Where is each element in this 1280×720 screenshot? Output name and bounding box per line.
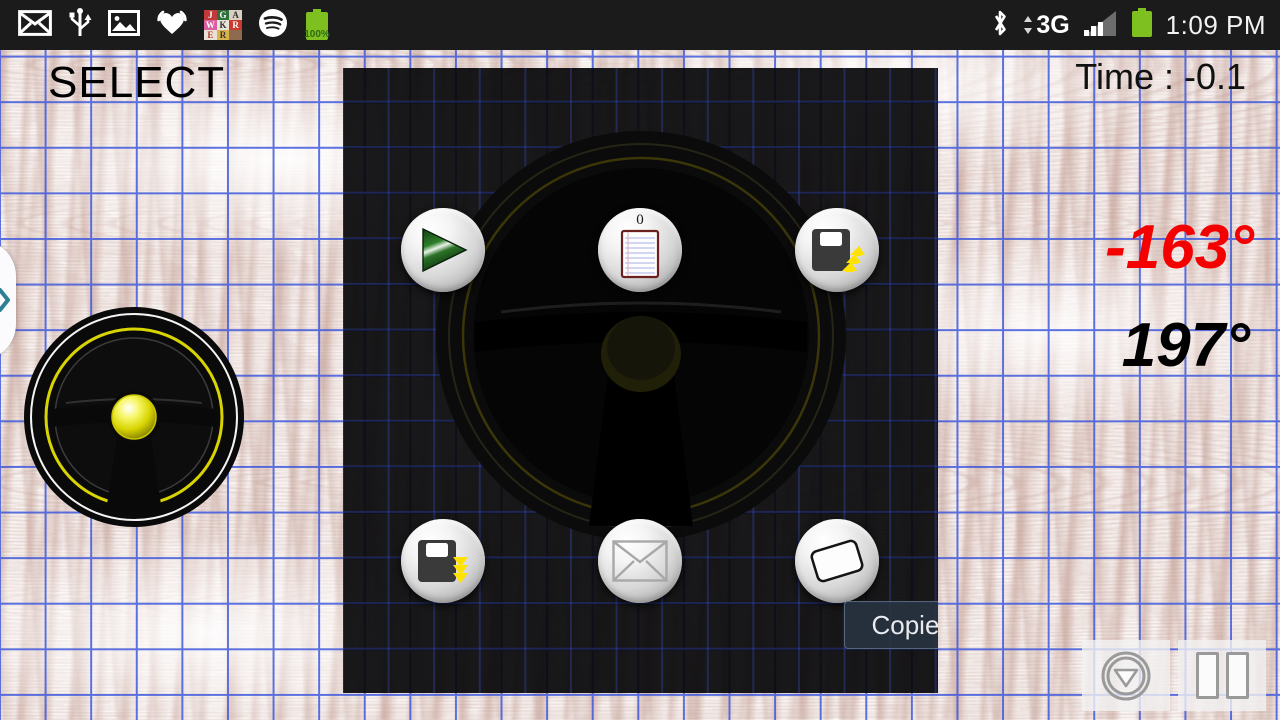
status-bar-clock: 1:09 PM bbox=[1165, 9, 1266, 40]
mail-icon bbox=[18, 9, 52, 41]
back-circle-triangle-icon bbox=[1101, 651, 1151, 700]
save-button[interactable] bbox=[401, 519, 485, 603]
play-button[interactable] bbox=[401, 208, 485, 292]
iheartradio-icon bbox=[156, 9, 188, 42]
notepad-button[interactable]: 0 bbox=[598, 208, 682, 292]
send-mail-button[interactable] bbox=[598, 519, 682, 603]
lined-notepad-icon bbox=[612, 226, 668, 282]
spotify-icon bbox=[258, 8, 288, 43]
tile-cell: W bbox=[204, 20, 217, 30]
status-bar-notification-icons: J G A W K R E R 100% bbox=[0, 7, 990, 43]
data-arrows-icon bbox=[1024, 16, 1033, 34]
bluetooth-icon bbox=[990, 8, 1010, 43]
tile-cell: G bbox=[216, 10, 230, 20]
toast-message: Copied to clipboard bbox=[844, 601, 938, 649]
angle-signed-readout: -163° bbox=[1105, 213, 1254, 282]
floppy-down-arrows-icon bbox=[415, 533, 471, 589]
wordpress-tile-icon: J G A W K R E R bbox=[204, 10, 242, 40]
tile-cell: A bbox=[229, 10, 242, 20]
usb-icon bbox=[68, 7, 92, 43]
floppy-up-arrows-icon bbox=[809, 222, 865, 278]
battery-icon bbox=[1130, 7, 1154, 43]
toast-text: Copied to clipboard bbox=[871, 609, 938, 640]
tile-cell: R bbox=[229, 20, 242, 30]
tile-cell: K bbox=[216, 20, 230, 30]
pause-icon bbox=[1195, 652, 1249, 699]
tile-cell: E bbox=[204, 30, 217, 40]
angle-absolute-readout: 197° bbox=[1121, 311, 1250, 380]
pause-bar-left bbox=[1195, 652, 1219, 699]
tile-cell: J bbox=[204, 10, 217, 20]
signal-bars-icon bbox=[1082, 9, 1118, 42]
gallery-icon bbox=[108, 9, 140, 41]
chevron-right-icon bbox=[0, 288, 10, 312]
steering-wheel-icon bbox=[24, 307, 244, 527]
app-stage: J G A W K R E R 100% 3G 1:09 PM SELECT T… bbox=[0, 0, 1280, 720]
play-triangle-icon bbox=[415, 222, 471, 278]
tile-cell bbox=[229, 30, 242, 40]
select-label: SELECT bbox=[48, 58, 226, 107]
time-readout: Time : -0.1 bbox=[1075, 56, 1246, 97]
tile-cell: R bbox=[216, 30, 230, 40]
battery-app-percent: 100% bbox=[304, 29, 330, 40]
pause-bar-right bbox=[1225, 652, 1249, 699]
battery-app-icon: 100% bbox=[304, 9, 330, 41]
pause-button[interactable] bbox=[1178, 640, 1266, 711]
network-type-indicator: 3G bbox=[1022, 10, 1070, 40]
load-button[interactable] bbox=[795, 208, 879, 292]
screen-rotate-button[interactable] bbox=[795, 519, 879, 603]
status-bar-system-icons: 3G 1:09 PM bbox=[990, 7, 1280, 43]
status-bar: J G A W K R E R 100% 3G 1:09 PM bbox=[0, 0, 1280, 50]
steering-wheel-watermark bbox=[435, 131, 846, 541]
network-type-label: 3G bbox=[1036, 10, 1070, 39]
tilted-screen-icon bbox=[809, 533, 865, 589]
steering-wheel-widget[interactable] bbox=[22, 305, 246, 529]
menu-panel: 0 Copie bbox=[343, 68, 938, 693]
back-button[interactable] bbox=[1082, 640, 1170, 711]
envelope-icon bbox=[612, 533, 668, 589]
